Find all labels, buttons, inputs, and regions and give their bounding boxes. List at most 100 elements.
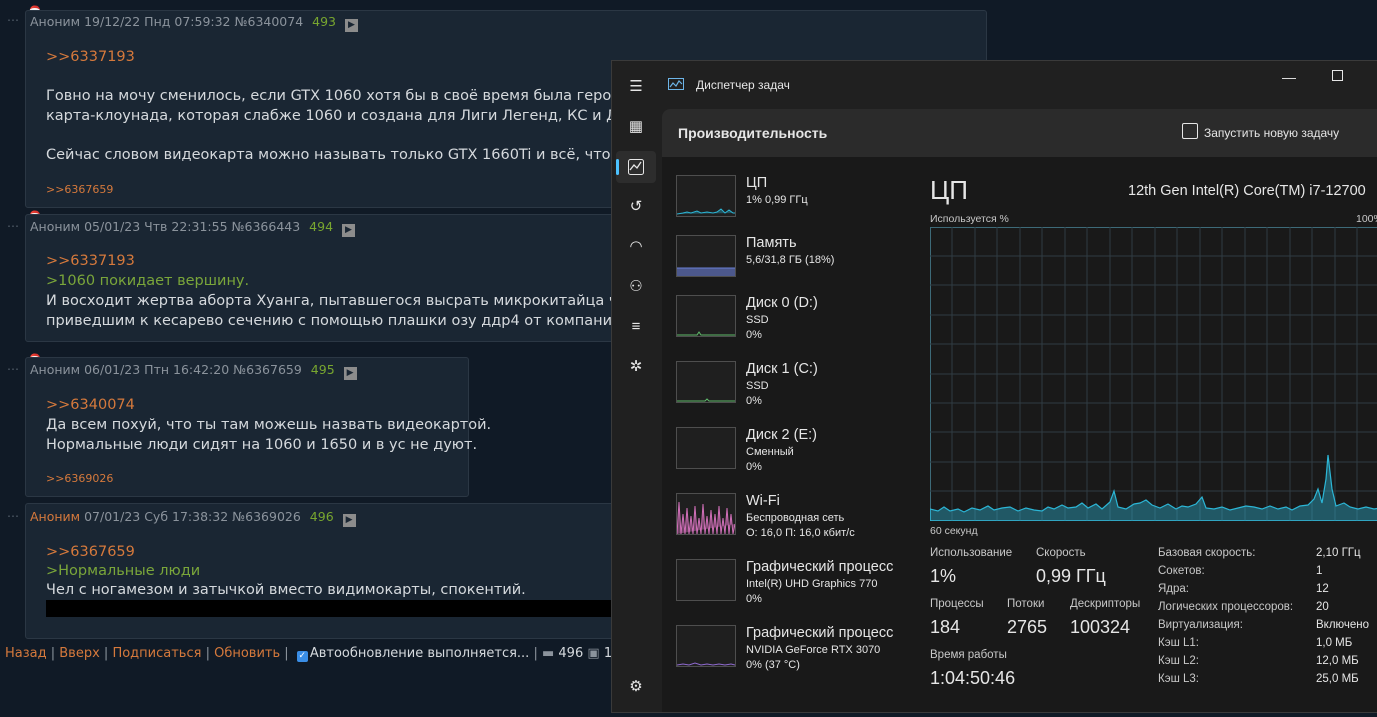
post-meta: Аноним 06/01/23 Птн 16:42:20 [30,362,230,377]
maximize-icon[interactable] [1332,70,1343,81]
refresh-link[interactable]: Обновить [214,646,280,661]
up-link[interactable]: Вверх [59,646,100,661]
resource-sub: 0% [746,461,762,473]
run-new-task-button[interactable]: Запустить новую задачу [1204,126,1339,140]
reply-link[interactable]: >>6340074 [46,396,135,416]
post-number[interactable]: №6367659 [233,362,302,377]
resource-sub: 0% (37 °C) [746,659,800,671]
details-icon[interactable]: ≡ [626,317,646,337]
post-menu-dots[interactable]: ⋯ [7,13,20,27]
post-menu-dots[interactable]: ⋯ [7,362,20,376]
post-line: карта-клоунада, которая слабже 1060 и со… [46,108,663,124]
startup-apps-icon[interactable]: ◠ [626,237,646,257]
new-task-icon [1182,123,1198,139]
resource-item-memory[interactable]: Память 5,6/31,8 ГБ (18%) [674,235,914,295]
post-meta: Аноним 19/12/22 Пнд 07:59:32 [30,14,231,29]
speed-value: 0,99 ГГц [1036,566,1106,586]
post-meta: 07/01/23 Суб 17:38:32 [84,509,229,524]
minimize-icon[interactable]: — [1282,69,1296,85]
resource-name: Память [746,235,797,251]
post-header: Аноним 19/12/22 Пнд 07:59:32 №6340074 49… [30,14,358,32]
hamburger-menu-icon[interactable]: ☰ [626,77,646,97]
resource-sub: SSD [746,314,769,326]
resource-item-disk-2[interactable]: Диск 2 (E:) Сменный 0% [674,427,914,487]
spec-value: 2,10 ГГц [1316,547,1361,559]
spec-value: 12 [1316,583,1329,595]
resource-item-disk-0[interactable]: Диск 0 (D:) SSD 0% [674,295,914,355]
gpu1-thumbnail [676,625,736,667]
users-icon[interactable]: ⚇ [626,277,646,297]
play-icon[interactable]: ▶ [343,367,357,380]
play-icon[interactable]: ▶ [342,224,356,237]
main-panel: Производительность Запустить новую задач… [662,109,1377,712]
spec-value: 1,0 МБ [1316,637,1353,649]
subscribe-link[interactable]: Подписаться [112,646,201,661]
play-icon[interactable]: ▶ [342,514,356,527]
auto-refresh-checkbox[interactable]: ✓ [296,651,308,662]
nav-rail: ☰ ▦ ↺ ◠ ⚇ ≡ ✲ ⚙ [612,61,660,712]
resource-sub: 0% [746,395,762,407]
app-history-icon[interactable]: ↺ [626,197,646,217]
resource-item-cpu[interactable]: ЦП 1% 0,99 ГГц [674,175,914,235]
replies-link[interactable]: >>6367659 [46,180,113,200]
post-line: И восходит жертва аборта Хуанга, пытавше… [46,293,679,309]
post-menu-dots[interactable]: ⋯ [7,219,20,233]
spec-label: Кэш L2: [1158,655,1199,667]
thread-footer: Назад | Вверх | Подписаться | Обновить |… [5,646,629,662]
resource-item-disk-1[interactable]: Диск 1 (C:) SSD 0% [674,361,914,421]
detail-title: ЦП [930,175,968,205]
play-icon[interactable]: ▶ [345,19,358,32]
post-count: 494 [309,219,334,234]
replies-link[interactable]: >>6369026 [46,469,113,489]
window-title: Диспетчер задач [696,78,790,92]
resource-name: ЦП [746,175,768,191]
spec-label: Виртуализация: [1158,619,1243,631]
post-number[interactable]: №6366443 [232,219,301,234]
spec-label: Ядра: [1158,583,1190,595]
post-header: Аноним 05/01/23 Чтв 22:31:55 №6366443 49… [30,219,356,237]
resource-item-gpu-0[interactable]: Графический процесс Intel(R) UHD Graphic… [674,559,914,619]
handles-value: 100324 [1070,617,1131,637]
performance-icon[interactable] [626,157,646,177]
resource-item-gpu-1[interactable]: Графический процесс NVIDIA GeForce RTX 3… [674,625,914,685]
images-icon: ▣ [587,646,600,661]
uptime-label: Время работы [930,649,1007,661]
resource-sub: 1% 0,99 ГГц [746,194,808,206]
spec-label: Кэш L1: [1158,637,1199,649]
spec-value: Включено [1316,619,1370,631]
resource-sub: NVIDIA GeForce RTX 3070 [746,644,881,656]
disk1-thumbnail [676,361,736,403]
post-number[interactable]: №6340074 [235,14,304,29]
nav-selected-indicator [616,159,619,175]
spoiler-block[interactable] [46,600,612,617]
resource-sub: Сменный [746,446,794,458]
resource-item-wifi[interactable]: Wi-Fi Беспроводная сеть О: 16,0 П: 16,0 … [674,493,914,553]
post-menu-dots[interactable]: ⋯ [7,509,20,523]
reply-link[interactable]: >>6337193 [46,252,135,272]
title-bar: Диспетчер задач — [612,61,1377,105]
resource-sub: Intel(R) UHD Graphics 770 [746,578,878,590]
processes-icon[interactable]: ▦ [626,117,646,137]
threads-value: 2765 [1007,617,1048,637]
speed-label: Скорость [1036,547,1086,559]
services-icon[interactable]: ✲ [626,357,646,377]
disk2-thumbnail [676,427,736,469]
post-meta: Аноним 05/01/23 Чтв 22:31:55 [30,219,228,234]
reply-link[interactable]: >>6367659 [46,543,135,563]
resource-sub: 0% [746,329,762,341]
resource-name: Графический процесс [746,559,894,575]
post-number[interactable]: №6369026 [232,509,301,524]
gpu0-thumbnail [676,559,736,601]
post-count: 495 [310,362,335,377]
settings-gear-icon[interactable]: ⚙ [626,677,646,697]
back-link[interactable]: Назад [5,646,47,661]
resource-name: Диск 2 (E:) [746,427,817,443]
utilization-label: Используется % [930,213,1009,225]
resource-sub: SSD [746,380,769,392]
greentext: >1060 покидает вершину. [46,273,250,289]
resource-name: Диск 1 (C:) [746,361,818,377]
reply-link[interactable]: >>6337193 [46,48,135,68]
post-line: Нормальные люди сидят на 1060 и 1650 и в… [46,437,478,453]
post-line: приведшим к кесарево сечению с помощью п… [46,313,680,329]
resource-sub: 0% [746,593,762,605]
